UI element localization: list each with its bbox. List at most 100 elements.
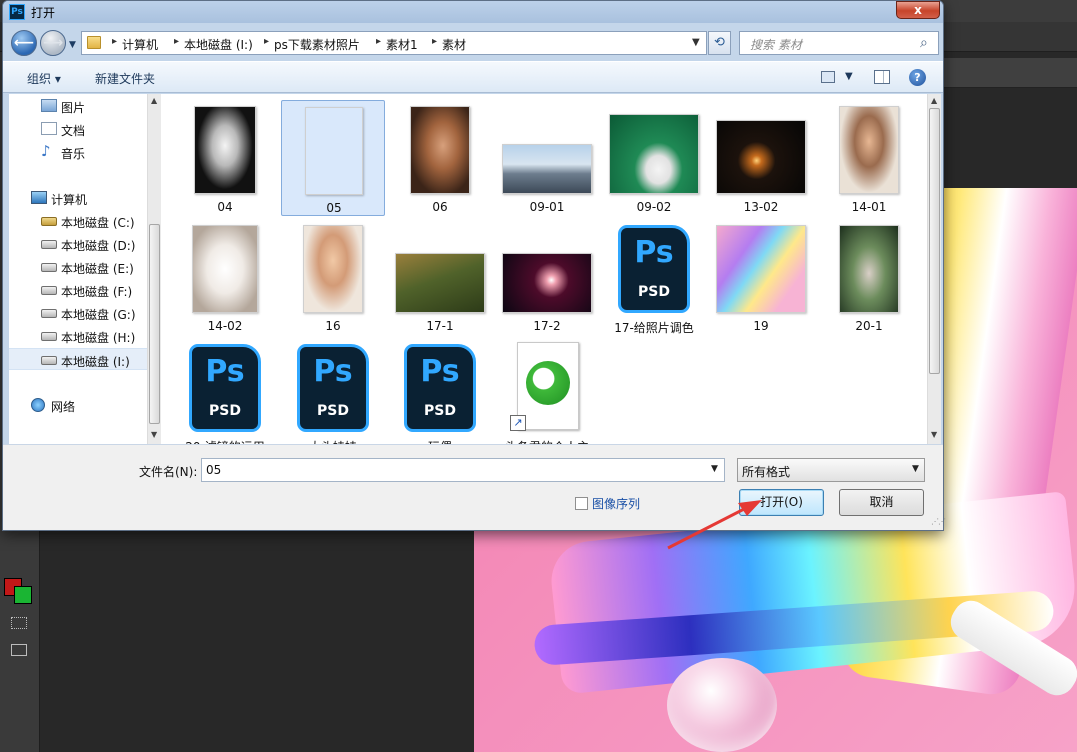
sidebar-item[interactable]: 计算机	[9, 187, 147, 209]
breadcrumb-separator-icon[interactable]: ▸	[112, 36, 117, 47]
file-name: 09-01	[529, 200, 565, 214]
filetype-select[interactable]: 所有格式	[737, 458, 925, 482]
sidebar-item[interactable]: 网络	[9, 394, 147, 416]
file-item[interactable]: 14-01	[817, 100, 921, 216]
scroll-down-arrow-icon[interactable]: ▼	[931, 430, 937, 439]
new-folder-button[interactable]: 新建文件夹	[95, 70, 155, 87]
psd-icon-ps-text: Ps	[634, 235, 674, 270]
file-item[interactable]: PsPSD20-滤镜的运用	[173, 338, 277, 444]
sidebar-item[interactable]: 本地磁盘 (E:)	[9, 256, 147, 278]
file-item[interactable]: 09-02	[602, 100, 706, 216]
file-item[interactable]: 06	[388, 100, 492, 216]
forward-button[interactable]: ⟶	[40, 30, 66, 56]
drive-icon	[41, 356, 57, 365]
breadcrumb-item[interactable]: ps下载素材照片	[274, 36, 360, 53]
navigation-scroll-thumb[interactable]	[149, 224, 160, 424]
cancel-button[interactable]: 取消	[839, 489, 924, 516]
psd-file-icon: Ps PSD	[189, 344, 261, 432]
file-item[interactable]: ↗头条君的个人主	[495, 338, 599, 444]
file-name: 14-02	[207, 319, 243, 333]
file-item[interactable]: 05	[281, 100, 385, 216]
shortcut-arrow-icon: ↗	[510, 415, 526, 431]
file-name: 14-01	[851, 200, 887, 214]
psd-icon-ps-text: Ps	[420, 354, 460, 389]
breadcrumb-item[interactable]: 计算机	[122, 36, 158, 53]
sidebar-item[interactable]: 文档	[9, 118, 147, 140]
file-list-scroll-thumb[interactable]	[929, 108, 940, 374]
image-thumbnail	[609, 114, 699, 194]
quick-mask-icon[interactable]	[11, 617, 27, 629]
filename-field[interactable]: 05	[201, 458, 725, 482]
sidebar-item-label: 本地磁盘 (I:)	[61, 355, 130, 369]
search-icon[interactable]: ⌕	[920, 35, 928, 51]
scroll-up-arrow-icon[interactable]: ▲	[931, 96, 937, 105]
psd-icon-label: PSD	[638, 284, 670, 300]
scroll-down-arrow-icon[interactable]: ▼	[151, 430, 157, 439]
filetype-dropdown-icon[interactable]: ▼	[912, 464, 919, 474]
address-dropdown-icon[interactable]: ▼	[692, 37, 700, 48]
sidebar-item[interactable]: 本地磁盘 (C:)	[9, 210, 147, 232]
navigation-scrollbar[interactable]: ▲ ▼	[147, 94, 161, 444]
computer-icon	[31, 191, 47, 204]
photoshop-document-tab	[940, 58, 1077, 88]
dialog-titlebar[interactable]: Ps 打开 x	[3, 1, 943, 23]
psd-icon-ps-text: Ps	[313, 354, 353, 389]
breadcrumb-item[interactable]: 素材1	[386, 36, 418, 53]
screen-mode-icon[interactable]	[11, 644, 27, 656]
resize-grip-icon[interactable]: ⋰⋰	[931, 517, 946, 526]
history-dropdown-icon[interactable]: ▼	[69, 40, 79, 50]
photoshop-app-icon: Ps	[9, 4, 25, 20]
close-button[interactable]: x	[896, 1, 940, 19]
help-icon[interactable]: ?	[909, 69, 926, 86]
preview-pane-icon[interactable]	[874, 70, 890, 84]
pictures-icon	[41, 99, 57, 112]
filename-dropdown-icon[interactable]: ▼	[711, 464, 718, 474]
psd-file-icon: Ps PSD	[618, 225, 690, 313]
browser-logo-icon	[526, 361, 570, 405]
refresh-button[interactable]: ⟲	[708, 31, 731, 55]
sidebar-item[interactable]: 本地磁盘 (F:)	[9, 279, 147, 301]
file-item[interactable]: 09-01	[495, 100, 599, 216]
file-item[interactable]: 13-02	[709, 100, 813, 216]
file-item[interactable]: PsPSD玩偶	[388, 338, 492, 444]
sidebar-item[interactable]: 本地磁盘 (H:)	[9, 325, 147, 347]
open-button[interactable]: 打开(O)	[739, 489, 824, 516]
breadcrumb-item[interactable]: 素材	[442, 36, 466, 53]
sidebar-item[interactable]: 本地磁盘 (D:)	[9, 233, 147, 255]
breadcrumb-separator-icon[interactable]: ▸	[264, 36, 269, 47]
file-item[interactable]: 19	[709, 219, 813, 335]
file-item[interactable]: 16	[281, 219, 385, 335]
file-item[interactable]: PsPSD大头娃娃	[281, 338, 385, 444]
breadcrumb-separator-icon[interactable]: ▸	[376, 36, 381, 47]
sidebar-item[interactable]: ♪ 音乐	[9, 141, 147, 163]
image-thumbnail	[410, 106, 470, 194]
file-item[interactable]: 17-2	[495, 219, 599, 335]
file-name: 06	[432, 200, 448, 214]
sidebar-item[interactable]: 图片	[9, 95, 147, 117]
image-sequence-checkbox[interactable]	[575, 497, 588, 510]
breadcrumb-item[interactable]: 本地磁盘 (I:)	[184, 36, 253, 53]
background-color-swatch[interactable]	[14, 586, 32, 604]
organize-button[interactable]: 组织 ▾	[27, 70, 61, 87]
image-sequence-label[interactable]: 图像序列	[592, 495, 640, 512]
sidebar-item[interactable]: 本地磁盘 (I:)	[9, 348, 147, 370]
file-item[interactable]: Ps PSD 17-给照片调色	[602, 219, 706, 335]
breadcrumb-separator-icon[interactable]: ▸	[432, 36, 437, 47]
file-item[interactable]: 17-1	[388, 219, 492, 335]
sidebar-item[interactable]: 本地磁盘 (G:)	[9, 302, 147, 324]
file-item[interactable]: 20-1	[817, 219, 921, 335]
scroll-up-arrow-icon[interactable]: ▲	[151, 96, 157, 105]
file-item[interactable]: 14-02	[173, 219, 277, 335]
image-thumbnail	[502, 144, 592, 194]
file-item[interactable]: 04	[173, 100, 277, 216]
sidebar-item-label: 本地磁盘 (D:)	[61, 239, 136, 253]
address-bar[interactable]: ▸ 计算机 ▸ 本地磁盘 (I:) ▸ ps下载素材照片 ▸ 素材1 ▸ 素材 ▼	[81, 31, 707, 55]
search-input[interactable]: 搜索 素材 ⌕	[739, 31, 939, 55]
breadcrumb-separator-icon[interactable]: ▸	[174, 36, 179, 47]
dialog-title: 打开	[31, 6, 56, 20]
file-name: 09-02	[636, 200, 672, 214]
view-dropdown-icon[interactable]: ▼	[845, 71, 853, 82]
back-button[interactable]: ⟵	[11, 30, 37, 56]
file-list-scrollbar[interactable]: ▲ ▼	[927, 94, 941, 444]
change-view-icon[interactable]	[821, 71, 835, 83]
